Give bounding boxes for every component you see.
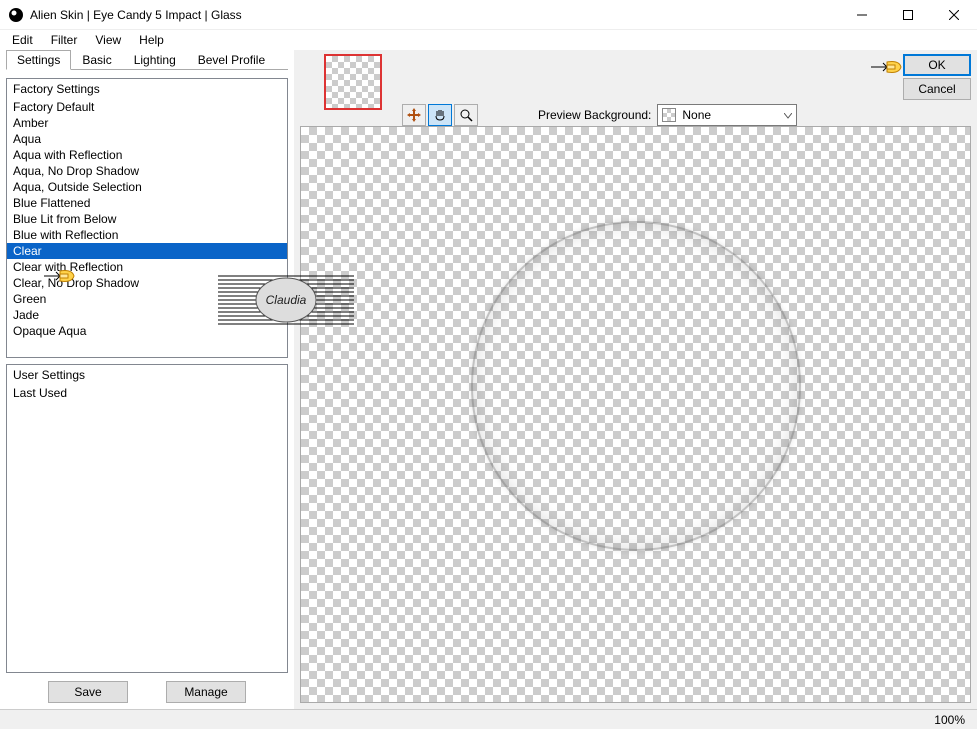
- window-controls: [839, 0, 977, 29]
- preview-toolbar: Preview Background: None OK Cancel: [294, 50, 977, 126]
- checker-swatch-icon: [662, 108, 676, 122]
- factory-item[interactable]: Jade: [7, 307, 287, 323]
- dialog-actions: OK Cancel: [903, 54, 971, 100]
- preview-bg-value: None: [682, 108, 711, 122]
- hand-tool-button[interactable]: [428, 104, 452, 126]
- minimize-button[interactable]: [839, 0, 885, 29]
- status-bar: 100%: [0, 709, 977, 729]
- factory-item[interactable]: Aqua: [7, 131, 287, 147]
- user-settings-heading: User Settings: [7, 365, 287, 385]
- ok-button[interactable]: OK: [903, 54, 971, 76]
- preview-bg-row: Preview Background: None: [538, 104, 797, 126]
- menu-edit[interactable]: Edit: [4, 31, 41, 49]
- zoom-tool-button[interactable]: [454, 104, 478, 126]
- save-button[interactable]: Save: [48, 681, 128, 703]
- factory-item[interactable]: Green: [7, 291, 287, 307]
- right-panel: Preview Background: None OK Cancel: [294, 50, 977, 709]
- titlebar: Alien Skin | Eye Candy 5 Impact | Glass: [0, 0, 977, 30]
- menu-view[interactable]: View: [87, 31, 129, 49]
- chevron-down-icon: [784, 108, 792, 122]
- maximize-button[interactable]: [885, 0, 931, 29]
- factory-item[interactable]: Aqua, No Drop Shadow: [7, 163, 287, 179]
- factory-item[interactable]: Blue Lit from Below: [7, 211, 287, 227]
- tab-basic[interactable]: Basic: [71, 50, 122, 69]
- tab-lighting[interactable]: Lighting: [123, 50, 187, 69]
- menu-help[interactable]: Help: [131, 31, 172, 49]
- factory-settings-list[interactable]: Factory Settings Factory DefaultAmberAqu…: [6, 78, 288, 358]
- factory-item[interactable]: Clear: [7, 243, 287, 259]
- cancel-button[interactable]: Cancel: [903, 78, 971, 100]
- tab-settings[interactable]: Settings: [6, 50, 71, 70]
- content-area: SettingsBasicLightingBevel Profile Facto…: [0, 50, 977, 709]
- preview-bg-label: Preview Background:: [538, 108, 651, 122]
- close-button[interactable]: [931, 0, 977, 29]
- factory-item[interactable]: Clear with Reflection: [7, 259, 287, 275]
- window-title: Alien Skin | Eye Candy 5 Impact | Glass: [30, 8, 839, 22]
- user-settings-list[interactable]: User Settings Last Used: [6, 364, 288, 673]
- factory-item[interactable]: Clear, No Drop Shadow: [7, 275, 287, 291]
- factory-item[interactable]: Opaque Aqua: [7, 323, 287, 339]
- tab-strip: SettingsBasicLightingBevel Profile: [6, 50, 288, 70]
- effect-preview[interactable]: [300, 126, 971, 703]
- preview-bg-combo[interactable]: None: [657, 104, 797, 126]
- factory-item[interactable]: Blue with Reflection: [7, 227, 287, 243]
- menu-filter[interactable]: Filter: [43, 31, 86, 49]
- factory-item[interactable]: Amber: [7, 115, 287, 131]
- preview-thumbnail[interactable]: [324, 54, 382, 110]
- menubar: Edit Filter View Help: [0, 30, 977, 50]
- magnifier-icon: [459, 108, 473, 122]
- factory-item[interactable]: Blue Flattened: [7, 195, 287, 211]
- factory-settings-heading: Factory Settings: [7, 79, 287, 99]
- factory-item[interactable]: Aqua, Outside Selection: [7, 179, 287, 195]
- arrows-icon: [407, 108, 421, 122]
- user-item[interactable]: Last Used: [7, 385, 287, 401]
- move-tool-button[interactable]: [402, 104, 426, 126]
- hand-icon: [433, 108, 447, 122]
- factory-item[interactable]: Factory Default: [7, 99, 287, 115]
- left-panel: SettingsBasicLightingBevel Profile Facto…: [0, 50, 294, 709]
- settings-button-row: Save Manage: [6, 673, 288, 703]
- factory-item[interactable]: Aqua with Reflection: [7, 147, 287, 163]
- tab-bevel-profile[interactable]: Bevel Profile: [187, 50, 276, 69]
- preview-tool-row: [402, 104, 478, 126]
- app-icon: [8, 7, 24, 23]
- manage-button[interactable]: Manage: [166, 681, 246, 703]
- glass-effect-circle: [471, 221, 801, 551]
- zoom-indicator: 100%: [934, 713, 965, 727]
